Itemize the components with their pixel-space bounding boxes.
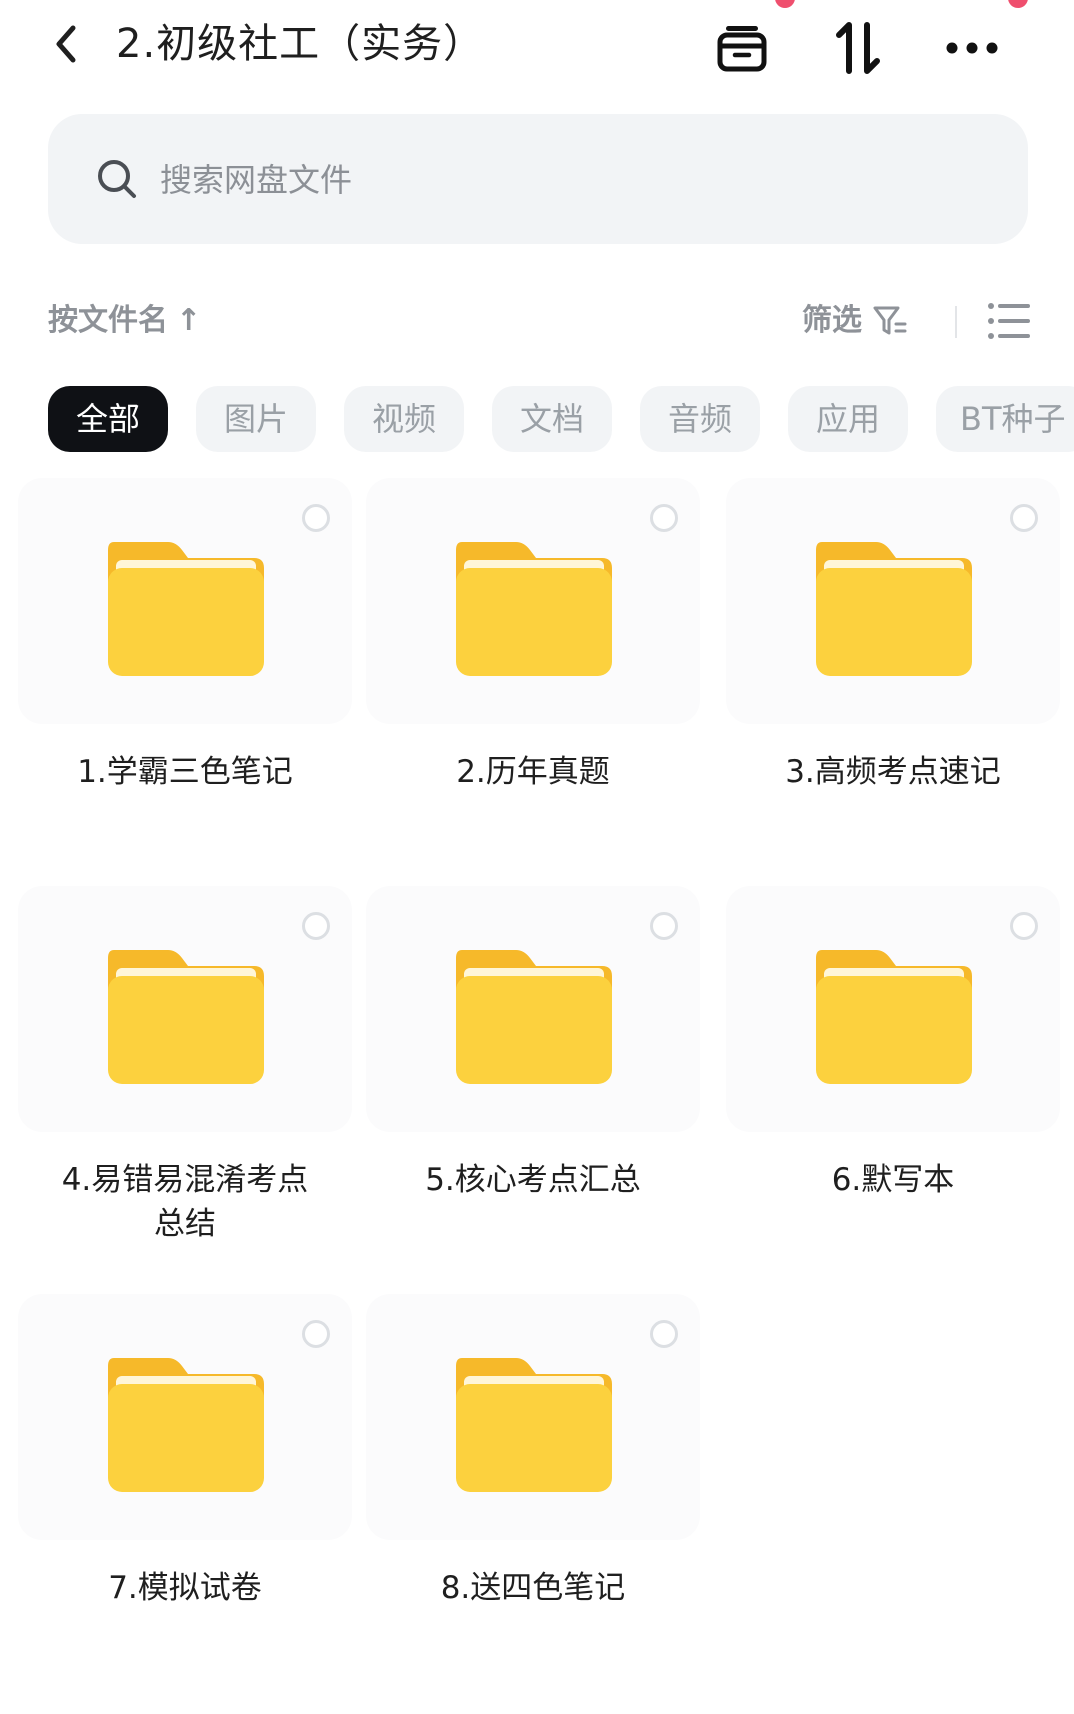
select-checkbox[interactable] [1010, 504, 1038, 532]
folder-icon [108, 542, 264, 676]
sort-label: 按文件名 [48, 303, 168, 338]
folder-icon [816, 542, 972, 676]
tab-bt-torrents[interactable]: BT种子 [936, 386, 1074, 452]
page-title: 2.初级社工（实务） [116, 21, 485, 67]
folder-thumbnail [18, 478, 352, 724]
folder-thumbnail [366, 886, 700, 1132]
folder-name: 1.学霸三色笔记 [77, 754, 293, 790]
select-checkbox[interactable] [302, 504, 330, 532]
toolbar-divider [955, 306, 957, 338]
folder-thumbnail [18, 1294, 352, 1540]
folder-thumbnail [726, 886, 1060, 1132]
folder-icon [816, 950, 972, 1084]
select-checkbox[interactable] [650, 912, 678, 940]
folder-icon [456, 950, 612, 1084]
sort-arrow-icon: ↑ [176, 303, 202, 338]
select-checkbox[interactable] [1010, 912, 1038, 940]
folder-item[interactable]: 4.易错易混淆考点总结 [18, 886, 352, 1246]
back-button[interactable] [44, 22, 88, 66]
folder-item[interactable]: 1.学霸三色笔记 [18, 478, 352, 794]
sort-icon [836, 22, 880, 74]
folder-name: 2.历年真题 [456, 754, 610, 790]
filter-button[interactable]: 筛选 [802, 300, 908, 342]
folder-item[interactable]: 6.默写本 [726, 886, 1060, 1202]
tab-images[interactable]: 图片 [196, 386, 316, 452]
tab-apps[interactable]: 应用 [788, 386, 908, 452]
folder-thumbnail [726, 478, 1060, 724]
select-checkbox[interactable] [650, 504, 678, 532]
filter-icon [873, 306, 907, 335]
folder-item[interactable]: 7.模拟试卷 [18, 1294, 352, 1610]
tab-audio[interactable]: 音频 [640, 386, 760, 452]
archive-icon [717, 26, 767, 72]
folder-item[interactable]: 5.核心考点汇总 [366, 886, 700, 1202]
folder-icon [108, 1358, 264, 1492]
search-box[interactable] [48, 114, 1028, 244]
folder-name: 3.高频考点速记 [785, 754, 1001, 790]
folder-name: 5.核心考点汇总 [425, 1162, 641, 1198]
select-checkbox[interactable] [302, 912, 330, 940]
select-checkbox[interactable] [650, 1320, 678, 1348]
back-icon [56, 25, 76, 63]
folder-item[interactable]: 8.送四色笔记 [366, 1294, 700, 1610]
more-button[interactable] [944, 20, 1000, 76]
folder-item[interactable]: 2.历年真题 [366, 478, 700, 794]
tab-documents[interactable]: 文档 [492, 386, 612, 452]
more-icon [946, 42, 998, 54]
folder-name: 6.默写本 [831, 1162, 955, 1198]
transfer-button[interactable] [830, 20, 886, 76]
archive-button[interactable] [714, 20, 770, 76]
folder-icon [108, 950, 264, 1084]
tab-all[interactable]: 全部 [48, 386, 168, 452]
notification-dot [1008, 0, 1028, 8]
folder-item[interactable]: 3.高频考点速记 [726, 478, 1060, 794]
search-icon [98, 160, 136, 198]
folder-name: 8.送四色笔记 [440, 1570, 626, 1606]
filter-label: 筛选 [802, 303, 862, 338]
folder-thumbnail [366, 478, 700, 724]
tab-videos[interactable]: 视频 [344, 386, 464, 452]
folder-icon [456, 1358, 612, 1492]
folder-icon [456, 542, 612, 676]
folder-thumbnail [18, 886, 352, 1132]
search-input[interactable] [158, 144, 982, 216]
folder-name: 7.模拟试卷 [108, 1570, 262, 1606]
select-checkbox[interactable] [302, 1320, 330, 1348]
folder-thumbnail [366, 1294, 700, 1540]
list-view-icon[interactable] [986, 298, 1032, 344]
category-tabs: 全部 图片 视频 文档 音频 应用 BT种子 [48, 386, 1074, 454]
sort-by-name-button[interactable]: 按文件名 ↑ [48, 300, 201, 342]
folder-name: 4.易错易混淆考点总结 [61, 1162, 309, 1242]
top-bar: 2.初级社工（实务） [0, 0, 1074, 96]
notification-dot [775, 0, 795, 8]
